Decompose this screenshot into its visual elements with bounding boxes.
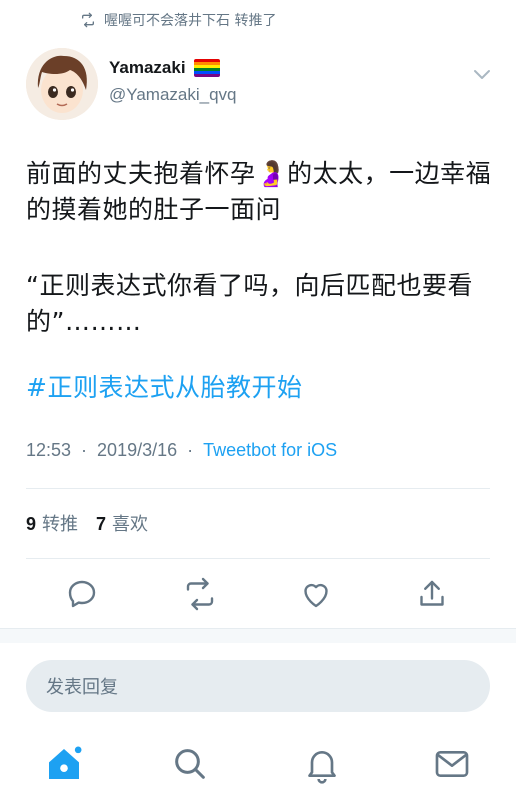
reply-input[interactable]: 发表回复	[26, 660, 490, 712]
notifications-icon[interactable]	[302, 744, 342, 784]
tweet-time: 12:53	[26, 440, 72, 460]
retweet-count: 9	[26, 514, 37, 534]
like-stat-label: 喜欢	[112, 514, 149, 535]
tweet-text-paragraph-1: 前面的丈夫抱着怀孕🤰的太太，一边幸福的摸着她的肚子一面问	[26, 159, 492, 224]
avatar[interactable]	[26, 48, 98, 120]
hashtag-link[interactable]: #正则表达式从胎教开始	[26, 368, 302, 404]
tab-bar	[0, 730, 516, 800]
author-name-row: Yamazaki	[109, 58, 220, 78]
author-handle[interactable]: @Yamazaki_qvq	[109, 85, 237, 105]
meta-separator: ·	[187, 440, 194, 460]
like-count: 7	[96, 514, 107, 534]
section-separator	[0, 628, 516, 643]
tweet-text-paragraph-2: “正则表达式你看了吗，向后匹配也要看的”………	[26, 271, 473, 336]
avatar-illustration	[26, 48, 98, 120]
tweet-stats: 9 转推 7 喜欢	[26, 510, 148, 536]
tweet-source-link[interactable]: Tweetbot for iOS	[203, 440, 337, 461]
meta-separator: ·	[81, 440, 88, 460]
reply-placeholder: 发表回复	[46, 677, 118, 698]
rainbow-flag-icon	[193, 59, 220, 77]
tweet-meta: 12:53 · 2019/3/16 · Tweetbot for iOS	[26, 440, 337, 461]
retweet-stat-label: 转推	[42, 514, 79, 535]
messages-icon[interactable]	[432, 744, 472, 784]
retweet-banner[interactable]: 喔喔可不会落井下石 转推了	[80, 8, 276, 32]
divider	[26, 488, 490, 489]
retweet-stat[interactable]: 9 转推	[26, 510, 78, 536]
retweet-banner-text: 喔喔可不会落井下石 转推了	[104, 13, 277, 29]
divider	[26, 558, 490, 559]
like-stat[interactable]: 7 喜欢	[96, 510, 148, 536]
retweet-icon	[82, 12, 94, 28]
share-icon[interactable]	[414, 576, 450, 612]
chevron-down-icon[interactable]	[470, 62, 494, 86]
home-icon[interactable]	[44, 744, 84, 784]
search-icon[interactable]	[170, 744, 210, 784]
tweet-date: 2019/3/16	[97, 440, 178, 460]
display-name[interactable]: Yamazaki	[109, 58, 186, 78]
retweet-icon[interactable]	[182, 576, 218, 612]
reply-icon[interactable]	[64, 576, 100, 612]
like-icon[interactable]	[298, 576, 334, 612]
tweet-actions	[0, 576, 516, 616]
